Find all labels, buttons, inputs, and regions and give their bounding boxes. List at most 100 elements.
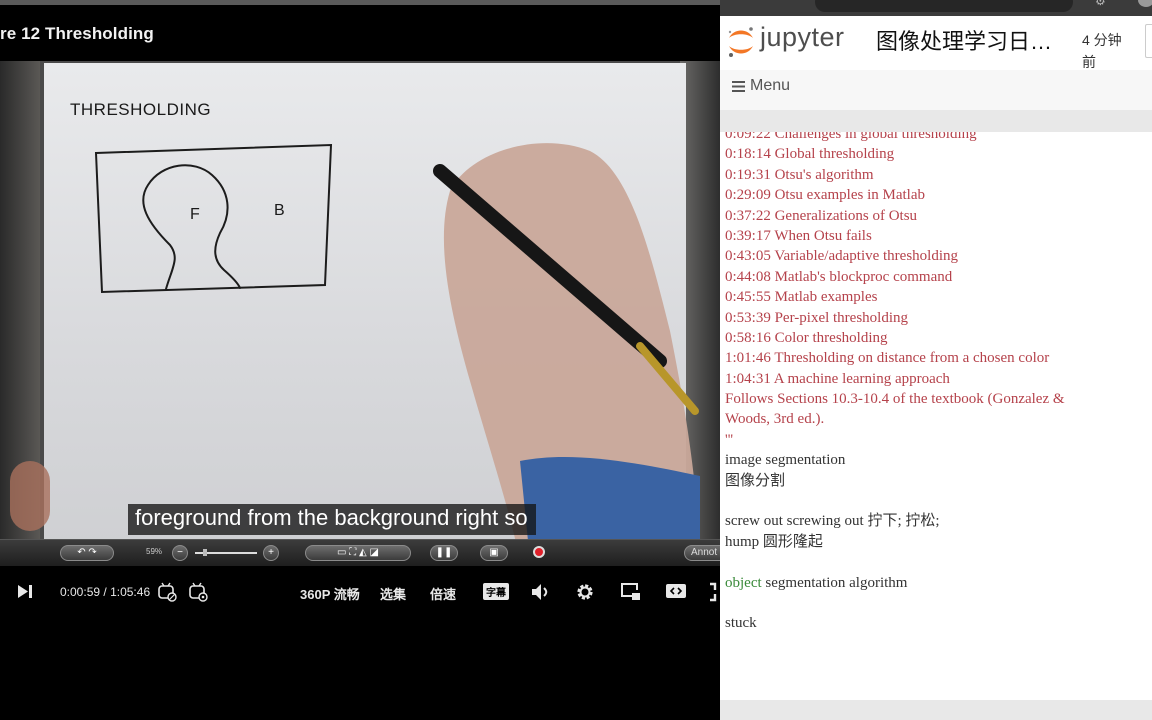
pip-icon[interactable] — [620, 582, 642, 602]
cell-line: 0:43:05 Variable/adaptive thresholding — [725, 246, 1065, 266]
sketch-frame — [94, 143, 333, 294]
left-fingers — [10, 461, 50, 531]
notebook-title[interactable]: 图像处理学习日… — [876, 24, 1052, 56]
cell-line: Follows Sections 10.3-10.4 of the textbo… — [725, 389, 1065, 409]
extensions-icon[interactable]: ⚙ — [1095, 0, 1106, 8]
jupyter-wordmark[interactable]: jupyter — [760, 22, 845, 53]
sketch-silhouette — [142, 164, 241, 290]
cell-line: 0:29:09 Otsu examples in Matlab — [725, 185, 1065, 205]
cell-line: 0:45:55 Matlab examples — [725, 287, 1065, 307]
cell-line: 图像分割 — [725, 471, 1065, 491]
presenter-hand — [433, 143, 700, 561]
cell-line — [725, 593, 1065, 613]
next-icon[interactable] — [17, 584, 33, 599]
time-readout: 0:00:59 / 1:05:46 — [60, 585, 150, 599]
view-tools-group[interactable]: ▭ ⛶ ◭ ◪ — [305, 545, 411, 561]
subtitles-button[interactable]: 字幕 — [483, 583, 509, 600]
current-time: 0:00:59 — [60, 585, 101, 599]
header-button-partial[interactable] — [1145, 24, 1152, 58]
notebook-area: 0:09:22 Challenges in global thresholdin… — [720, 110, 1152, 720]
line-text: 0:53:39 Per-pixel thresholding — [725, 309, 909, 326]
cell-line: 0:18:14 Global thresholding — [725, 144, 1065, 164]
volume-icon[interactable] — [530, 583, 550, 601]
annotate-button[interactable]: Annot — [684, 545, 720, 561]
keyword-token: object — [725, 574, 762, 591]
episodes-button[interactable]: 选集 — [380, 584, 406, 603]
danmaku-settings-icon[interactable] — [188, 582, 208, 602]
line-text: 图像分割 — [725, 472, 786, 489]
cell-line: ''' — [725, 430, 1065, 450]
danmaku-off-icon[interactable] — [157, 582, 177, 602]
zoom-out-button[interactable]: − — [172, 545, 188, 561]
cell-line: 0:58:16 Color thresholding — [725, 328, 1065, 348]
line-text: Woods, 3rd ed.). — [725, 411, 825, 428]
fullscreen-icon[interactable] — [708, 582, 720, 602]
line-text: 0:45:55 Matlab examples — [725, 289, 878, 306]
cell-line: 0:37:22 Generalizations of Otsu — [725, 206, 1065, 226]
settings-icon[interactable] — [575, 582, 595, 602]
redo-icon[interactable]: ↷ — [88, 547, 96, 558]
jupyter-logo-icon[interactable] — [726, 24, 756, 60]
fit-icon[interactable]: ▭ — [337, 547, 346, 558]
zoom-slider-handle[interactable] — [203, 549, 207, 556]
jupyter-menubar: Menu — [720, 70, 1152, 111]
foreground-label: F — [190, 206, 200, 223]
duration: 1:05:46 — [110, 585, 151, 599]
record-button[interactable] — [533, 546, 545, 558]
line-text: 1:04:31 A machine learning approach — [725, 370, 950, 387]
line-text: 0:19:31 Otsu's algorithm — [725, 166, 874, 183]
line-text: 0:44:08 Matlab's blockproc command — [725, 268, 953, 285]
background-label: B — [274, 202, 285, 219]
widescreen-icon[interactable] — [665, 583, 687, 599]
time-separator: / — [103, 585, 107, 599]
line-text: 0:18:14 Global thresholding — [725, 146, 895, 163]
line-text: 1:01:46 Thresholding on distance from a … — [725, 350, 1050, 367]
line-text: ''' — [725, 431, 734, 448]
cell-line — [725, 491, 1065, 511]
address-bar[interactable]: localhost:8888/... — [815, 0, 1073, 12]
cell-content[interactable]: 0:09:22 Challenges in global thresholdin… — [725, 132, 1065, 634]
cell-line: 0:39:17 When Otsu fails — [725, 226, 1065, 246]
speed-button[interactable]: 倍速 — [430, 584, 456, 603]
undo-redo-group[interactable]: ↶ ↷ — [60, 545, 114, 561]
subtitle-caption: foreground from the background right so — [128, 504, 536, 535]
embedded-video-toolbar: ↶ ↷ 59% − + ▭ ⛶ ◭ ◪ ❚❚ ▣ Annot — [0, 539, 720, 566]
quality-button[interactable]: 360P 流畅 — [300, 584, 360, 603]
whiteboard-heading: THRESHOLDING — [70, 100, 211, 119]
snapshot-button[interactable]: ▣ — [480, 545, 508, 561]
line-text: stuck — [725, 615, 757, 632]
zoom-percent: 59% — [146, 547, 163, 556]
video-title: re 12 Thresholding — [0, 24, 154, 43]
crop-icon[interactable]: ◪ — [370, 547, 379, 558]
cell-line: 1:01:46 Thresholding on distance from a … — [725, 348, 1065, 368]
pause-button[interactable]: ❚❚ — [430, 545, 458, 561]
cell-line: 0:19:31 Otsu's algorithm — [725, 165, 1065, 185]
zoom-in-button[interactable]: + — [263, 545, 279, 561]
cell-line: image segmentation — [725, 450, 1065, 470]
player-controls: 0:00:59 / 1:05:46 360P 流畅 选集 倍速 字幕 — [0, 570, 720, 614]
cell-line: object segmentation algorithm — [725, 573, 1065, 593]
cell-line: 0:53:39 Per-pixel thresholding — [725, 308, 1065, 328]
jupyter-header: jupyter 图像处理学习日… 4 分钟 前 — [720, 16, 1152, 70]
fullframe-icon[interactable]: ⛶ — [349, 547, 356, 558]
line-text: 0:39:17 When Otsu fails — [725, 227, 872, 244]
line-text: segmentation algorithm — [761, 574, 908, 591]
line-text: 0:29:09 Otsu examples in Matlab — [725, 187, 925, 204]
flip-icon[interactable]: ◭ — [359, 547, 367, 558]
undo-icon[interactable]: ↶ — [77, 547, 85, 558]
video-player: re 12 Thresholding THRESHOLDING F B fore… — [0, 0, 720, 720]
profile-avatar[interactable] — [1138, 0, 1152, 7]
line-text: Follows Sections 10.3-10.4 of the textbo… — [725, 391, 1065, 408]
line-text: 0:58:16 Color thresholding — [725, 329, 888, 346]
last-saved-line1: 4 分钟 — [1082, 32, 1122, 48]
line-text: 0:43:05 Variable/adaptive thresholding — [725, 248, 959, 265]
menu-button[interactable]: Menu — [732, 77, 790, 95]
cell-line: 0:09:22 Challenges in global thresholdin… — [725, 132, 1065, 144]
cell-line: 1:04:31 A machine learning approach — [725, 369, 1065, 389]
cell-line: stuck — [725, 613, 1065, 633]
hamburger-icon — [732, 80, 745, 92]
line-text: screw out screwing out 拧下; 拧松; — [725, 513, 940, 530]
cell-line — [725, 552, 1065, 572]
video-frame[interactable]: THRESHOLDING F B foreground from the bac… — [0, 61, 720, 566]
code-cell[interactable]: 0:09:22 Challenges in global thresholdin… — [720, 132, 1152, 700]
